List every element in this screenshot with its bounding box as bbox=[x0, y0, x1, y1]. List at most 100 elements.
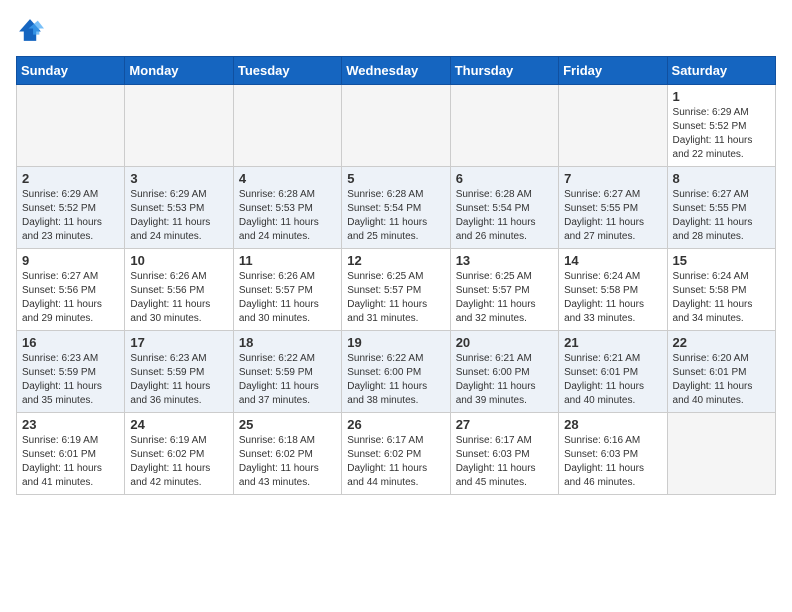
calendar-cell: 16 Sunrise: 6:23 AM Sunset: 5:59 PM Dayli… bbox=[17, 331, 125, 413]
day-number: 1 bbox=[673, 89, 770, 104]
day-number: 13 bbox=[456, 253, 553, 268]
calendar-week-row: 2 Sunrise: 6:29 AM Sunset: 5:52 PM Daylig… bbox=[17, 167, 776, 249]
calendar-cell: 1 Sunrise: 6:29 AM Sunset: 5:52 PM Daylig… bbox=[667, 85, 775, 167]
day-info: Sunrise: 6:23 AM Sunset: 5:59 PM Dayligh… bbox=[22, 352, 119, 408]
calendar-week-row: 23 Sunrise: 6:19 AM Sunset: 6:01 PM Dayli… bbox=[17, 413, 776, 495]
day-number: 9 bbox=[22, 253, 119, 268]
day-header-friday: Friday bbox=[559, 57, 667, 85]
day-info: Sunrise: 6:25 AM Sunset: 5:57 PM Dayligh… bbox=[347, 270, 444, 326]
day-info: Sunrise: 6:26 AM Sunset: 5:56 PM Dayligh… bbox=[130, 270, 227, 326]
calendar-cell: 9 Sunrise: 6:27 AM Sunset: 5:56 PM Daylig… bbox=[17, 249, 125, 331]
day-info: Sunrise: 6:17 AM Sunset: 6:02 PM Dayligh… bbox=[347, 434, 444, 490]
day-info: Sunrise: 6:29 AM Sunset: 5:53 PM Dayligh… bbox=[130, 188, 227, 244]
calendar-cell: 19 Sunrise: 6:22 AM Sunset: 6:00 PM Dayli… bbox=[342, 331, 450, 413]
calendar-cell: 10 Sunrise: 6:26 AM Sunset: 5:56 PM Dayli… bbox=[125, 249, 233, 331]
day-info: Sunrise: 6:17 AM Sunset: 6:03 PM Dayligh… bbox=[456, 434, 553, 490]
day-number: 5 bbox=[347, 171, 444, 186]
day-number: 17 bbox=[130, 335, 227, 350]
day-number: 20 bbox=[456, 335, 553, 350]
calendar-cell: 8 Sunrise: 6:27 AM Sunset: 5:55 PM Daylig… bbox=[667, 167, 775, 249]
day-info: Sunrise: 6:24 AM Sunset: 5:58 PM Dayligh… bbox=[564, 270, 661, 326]
calendar-cell: 2 Sunrise: 6:29 AM Sunset: 5:52 PM Daylig… bbox=[17, 167, 125, 249]
day-header-sunday: Sunday bbox=[17, 57, 125, 85]
calendar-header-row: SundayMondayTuesdayWednesdayThursdayFrid… bbox=[17, 57, 776, 85]
calendar-cell: 5 Sunrise: 6:28 AM Sunset: 5:54 PM Daylig… bbox=[342, 167, 450, 249]
day-number: 15 bbox=[673, 253, 770, 268]
calendar-cell bbox=[667, 413, 775, 495]
day-header-wednesday: Wednesday bbox=[342, 57, 450, 85]
day-number: 3 bbox=[130, 171, 227, 186]
day-number: 16 bbox=[22, 335, 119, 350]
calendar-cell: 24 Sunrise: 6:19 AM Sunset: 6:02 PM Dayli… bbox=[125, 413, 233, 495]
day-info: Sunrise: 6:21 AM Sunset: 6:01 PM Dayligh… bbox=[564, 352, 661, 408]
day-info: Sunrise: 6:18 AM Sunset: 6:02 PM Dayligh… bbox=[239, 434, 336, 490]
logo bbox=[16, 16, 48, 44]
day-number: 6 bbox=[456, 171, 553, 186]
day-number: 25 bbox=[239, 417, 336, 432]
calendar-cell: 6 Sunrise: 6:28 AM Sunset: 5:54 PM Daylig… bbox=[450, 167, 558, 249]
calendar-cell bbox=[233, 85, 341, 167]
day-number: 2 bbox=[22, 171, 119, 186]
day-info: Sunrise: 6:29 AM Sunset: 5:52 PM Dayligh… bbox=[22, 188, 119, 244]
calendar-cell: 20 Sunrise: 6:21 AM Sunset: 6:00 PM Dayli… bbox=[450, 331, 558, 413]
day-info: Sunrise: 6:27 AM Sunset: 5:56 PM Dayligh… bbox=[22, 270, 119, 326]
day-info: Sunrise: 6:22 AM Sunset: 6:00 PM Dayligh… bbox=[347, 352, 444, 408]
day-info: Sunrise: 6:23 AM Sunset: 5:59 PM Dayligh… bbox=[130, 352, 227, 408]
day-info: Sunrise: 6:26 AM Sunset: 5:57 PM Dayligh… bbox=[239, 270, 336, 326]
day-info: Sunrise: 6:16 AM Sunset: 6:03 PM Dayligh… bbox=[564, 434, 661, 490]
calendar-cell: 3 Sunrise: 6:29 AM Sunset: 5:53 PM Daylig… bbox=[125, 167, 233, 249]
calendar-cell: 12 Sunrise: 6:25 AM Sunset: 5:57 PM Dayli… bbox=[342, 249, 450, 331]
calendar-cell: 4Sunrise: 6:28 AM Sunset: 5:53 PM Daylig… bbox=[233, 167, 341, 249]
day-info: Sunrise: 6:21 AM Sunset: 6:00 PM Dayligh… bbox=[456, 352, 553, 408]
day-info: Sunrise: 6:25 AM Sunset: 5:57 PM Dayligh… bbox=[456, 270, 553, 326]
day-number: 22 bbox=[673, 335, 770, 350]
page-header bbox=[16, 16, 776, 44]
calendar-cell: 14 Sunrise: 6:24 AM Sunset: 5:58 PM Dayli… bbox=[559, 249, 667, 331]
day-info: Sunrise: 6:27 AM Sunset: 5:55 PM Dayligh… bbox=[673, 188, 770, 244]
day-info: Sunrise: 6:28 AM Sunset: 5:54 PM Dayligh… bbox=[456, 188, 553, 244]
day-number: 12 bbox=[347, 253, 444, 268]
day-info: Sunrise: 6:29 AM Sunset: 5:52 PM Dayligh… bbox=[673, 106, 770, 162]
day-header-saturday: Saturday bbox=[667, 57, 775, 85]
day-number: 14 bbox=[564, 253, 661, 268]
calendar-cell: 27 Sunrise: 6:17 AM Sunset: 6:03 PM Dayli… bbox=[450, 413, 558, 495]
calendar-cell: 18 Sunrise: 6:22 AM Sunset: 5:59 PM Dayli… bbox=[233, 331, 341, 413]
day-info: Sunrise: 6:27 AM Sunset: 5:55 PM Dayligh… bbox=[564, 188, 661, 244]
calendar-cell: 28 Sunrise: 6:16 AM Sunset: 6:03 PM Dayli… bbox=[559, 413, 667, 495]
day-info: Sunrise: 6:22 AM Sunset: 5:59 PM Dayligh… bbox=[239, 352, 336, 408]
calendar-cell: 11 Sunrise: 6:26 AM Sunset: 5:57 PM Dayli… bbox=[233, 249, 341, 331]
day-number: 24 bbox=[130, 417, 227, 432]
calendar-cell bbox=[17, 85, 125, 167]
day-header-monday: Monday bbox=[125, 57, 233, 85]
day-number: 7 bbox=[564, 171, 661, 186]
day-number: 8 bbox=[673, 171, 770, 186]
calendar-cell: 15 Sunrise: 6:24 AM Sunset: 5:58 PM Dayli… bbox=[667, 249, 775, 331]
day-number: 28 bbox=[564, 417, 661, 432]
calendar-cell: 26 Sunrise: 6:17 AM Sunset: 6:02 PM Dayli… bbox=[342, 413, 450, 495]
calendar-cell: 17 Sunrise: 6:23 AM Sunset: 5:59 PM Dayli… bbox=[125, 331, 233, 413]
day-number: 19 bbox=[347, 335, 444, 350]
calendar-week-row: 9 Sunrise: 6:27 AM Sunset: 5:56 PM Daylig… bbox=[17, 249, 776, 331]
day-number: 4 bbox=[239, 171, 336, 186]
calendar-cell: 23 Sunrise: 6:19 AM Sunset: 6:01 PM Dayli… bbox=[17, 413, 125, 495]
calendar-cell bbox=[125, 85, 233, 167]
logo-icon bbox=[16, 16, 44, 44]
calendar-week-row: 16 Sunrise: 6:23 AM Sunset: 5:59 PM Dayli… bbox=[17, 331, 776, 413]
day-info: Sunrise: 6:28 AM Sunset: 5:54 PM Dayligh… bbox=[347, 188, 444, 244]
calendar-cell bbox=[342, 85, 450, 167]
calendar-cell bbox=[559, 85, 667, 167]
calendar-cell: 22 Sunrise: 6:20 AM Sunset: 6:01 PM Dayli… bbox=[667, 331, 775, 413]
day-info: Sunrise: 6:20 AM Sunset: 6:01 PM Dayligh… bbox=[673, 352, 770, 408]
calendar-table: SundayMondayTuesdayWednesdayThursdayFrid… bbox=[16, 56, 776, 495]
day-number: 10 bbox=[130, 253, 227, 268]
calendar-cell bbox=[450, 85, 558, 167]
day-number: 21 bbox=[564, 335, 661, 350]
day-info: Sunrise: 6:19 AM Sunset: 6:01 PM Dayligh… bbox=[22, 434, 119, 490]
day-number: 26 bbox=[347, 417, 444, 432]
day-number: 18 bbox=[239, 335, 336, 350]
day-info: Sunrise: 6:24 AM Sunset: 5:58 PM Dayligh… bbox=[673, 270, 770, 326]
day-number: 23 bbox=[22, 417, 119, 432]
day-number: 27 bbox=[456, 417, 553, 432]
day-info: Sunrise: 6:19 AM Sunset: 6:02 PM Dayligh… bbox=[130, 434, 227, 490]
day-number: 11 bbox=[239, 253, 336, 268]
